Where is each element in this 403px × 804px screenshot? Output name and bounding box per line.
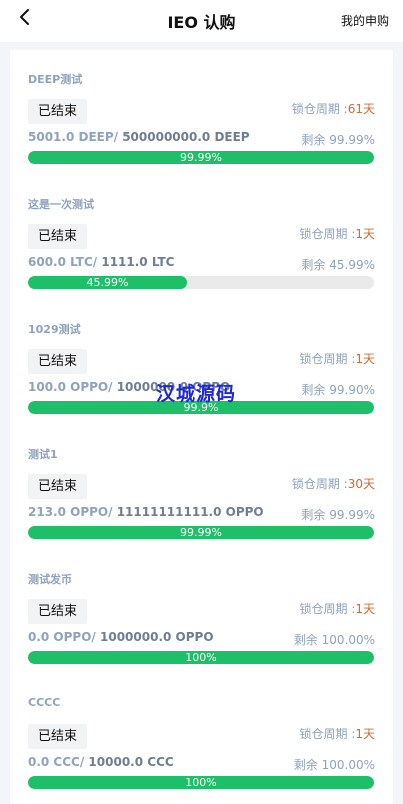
my-subscriptions-link[interactable]: 我的申购 [341,12,389,29]
progress-bar: 45.99% [28,276,374,289]
status-badge: 已结束 [28,99,88,124]
lock-period: 锁仓周期 :1天 [300,350,376,367]
total-amount: 1111.0 LTC [97,255,175,269]
remaining-label: 剩余 [301,508,326,522]
sold-amount: 0.0 OPPO/ [28,630,96,644]
item-name: DEEP测试 [28,73,83,86]
lock-period: 锁仓周期 :30天 [292,475,375,492]
lock-period-value: 1天 [355,602,375,616]
lock-period-value: 61天 [347,102,375,116]
remaining: 剩余 99.99% [301,506,375,523]
remaining-label: 剩余 [301,383,326,397]
progress-text: 45.99% [86,276,129,289]
ieo-item[interactable]: DEEP测试 已结束 锁仓周期 :61天 5001.0 DEEP/ 500000… [10,71,393,191]
remaining-value: 99.99% [329,133,375,147]
progress-text: 99.99% [180,151,222,164]
lock-period-value: 1天 [355,227,375,241]
status-badge: 已结束 [28,599,88,624]
progress-bar: 99.99% [28,151,374,164]
lock-period-value: 1天 [355,727,375,741]
remaining-label: 剩余 [293,633,318,647]
remaining: 剩余 99.90% [301,381,375,398]
amount-line: 5001.0 DEEP/ 500000000.0 DEEP [28,130,250,144]
remaining-value: 45.99% [329,258,375,272]
item-name: 测试1 [28,448,58,461]
lock-period-label: 锁仓周期 : [299,227,356,241]
total-amount: 1000000.0 OPPO [95,630,214,644]
sold-amount: 5001.0 DEEP/ [28,130,119,144]
watermark-text: 汉城源码 [156,383,237,405]
lock-period-label: 锁仓周期 : [299,727,356,741]
item-name: 1029测试 [28,323,81,336]
progress-text: 100% [185,776,217,789]
ieo-list: DEEP测试 已结束 锁仓周期 :61天 5001.0 DEEP/ 500000… [10,50,393,804]
remaining-value: 99.90% [329,383,375,397]
remaining: 剩余 100.00% [294,631,375,648]
lock-period-value: 30天 [347,477,375,491]
status-badge: 已结束 [28,474,88,499]
status-badge: 已结束 [28,724,88,749]
remaining: 剩余 45.99% [301,256,375,273]
total-amount: 11111111111.0 OPPO [112,505,264,519]
ieo-item[interactable]: CCCC 已结束 锁仓周期 :1天 0.0 CCC/ 10000.0 CCC 剩… [10,696,393,804]
amount-line: 0.0 OPPO/ 1000000.0 OPPO [28,630,214,644]
lock-period: 锁仓周期 :1天 [300,600,376,617]
amount-line: 600.0 LTC/ 1111.0 LTC [28,255,175,269]
remaining: 剩余 99.99% [301,131,375,148]
remaining-label: 剩余 [301,258,326,272]
item-name: 测试发币 [28,573,72,586]
remaining-label: 剩余 [293,758,318,772]
progress-bar: 99.99% [28,526,374,539]
sold-amount: 213.0 OPPO/ [28,505,113,519]
remaining: 剩余 100.00% [294,756,375,773]
remaining-value: 100.00% [321,633,375,647]
amount-line: 213.0 OPPO/ 11111111111.0 OPPO [28,505,264,519]
ieo-item[interactable]: 测试发币 已结束 锁仓周期 :1天 0.0 OPPO/ 1000000.0 OP… [10,571,393,691]
progress-bar: 100% [28,651,374,664]
progress-text: 100% [185,651,217,664]
lock-period-label: 锁仓周期 : [291,477,348,491]
lock-period-value: 1天 [355,352,375,366]
total-amount: 10000.0 CCC [84,755,174,769]
lock-period-label: 锁仓周期 : [299,602,356,616]
sold-amount: 100.0 OPPO/ [28,380,113,394]
ieo-item[interactable]: 测试1 已结束 锁仓周期 :30天 213.0 OPPO/ 1111111111… [10,446,393,566]
lock-period: 锁仓周期 :1天 [300,225,376,242]
app-header: IEO 认购 我的申购 [0,0,403,42]
remaining-value: 100.00% [321,758,375,772]
lock-period-label: 锁仓周期 : [291,102,348,116]
progress-text: 99.99% [180,526,222,539]
status-badge: 已结束 [28,349,88,374]
amount-line: 0.0 CCC/ 10000.0 CCC [28,755,174,769]
ieo-item[interactable]: 这是一次测试 已结束 锁仓周期 :1天 600.0 LTC/ 1111.0 LT… [10,196,393,316]
item-name: 这是一次测试 [28,198,94,211]
status-badge: 已结束 [28,224,88,249]
lock-period: 锁仓周期 :1天 [300,725,376,742]
remaining-value: 99.99% [329,508,375,522]
sold-amount: 600.0 LTC/ [28,255,98,269]
lock-period-label: 锁仓周期 : [299,352,356,366]
remaining-label: 剩余 [301,133,326,147]
total-amount: 500000000.0 DEEP [118,130,250,144]
sold-amount: 0.0 CCC/ [28,755,85,769]
lock-period: 锁仓周期 :61天 [292,100,375,117]
progress-bar: 100% [28,776,374,789]
item-name: CCCC [28,696,61,709]
